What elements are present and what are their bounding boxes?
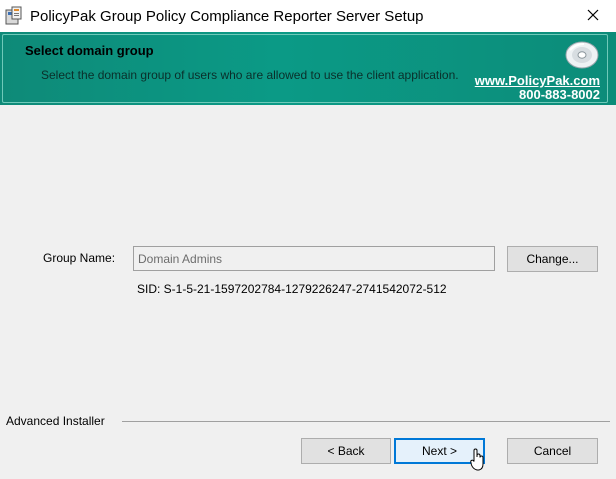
title-bar: PolicyPak Group Policy Compliance Report…: [0, 0, 616, 32]
change-button[interactable]: Change...: [507, 246, 598, 272]
page-description: Select the domain group of users who are…: [41, 68, 459, 82]
page-title: Select domain group: [25, 43, 154, 58]
window-title: PolicyPak Group Policy Compliance Report…: [30, 8, 424, 25]
header-banner: Select domain group Select the domain gr…: [0, 32, 616, 105]
group-name-label: Group Name:: [43, 251, 116, 265]
back-button[interactable]: < Back: [301, 438, 391, 464]
sid-text: SID: S-1-5-21-1597202784-1279226247-2741…: [137, 282, 447, 296]
installer-brand-label: Advanced Installer: [6, 414, 105, 428]
close-button[interactable]: [570, 0, 616, 32]
cd-icon: [564, 40, 600, 70]
footer-divider: [122, 421, 610, 422]
brand-url: www.PolicyPak.com: [474, 73, 600, 88]
cancel-button[interactable]: Cancel: [507, 438, 598, 464]
installer-icon: [4, 6, 24, 26]
group-name-field[interactable]: [133, 246, 495, 271]
close-icon: [587, 9, 599, 24]
brand-phone: 800-883-8002: [519, 87, 600, 102]
mouse-cursor-icon: [470, 448, 486, 472]
